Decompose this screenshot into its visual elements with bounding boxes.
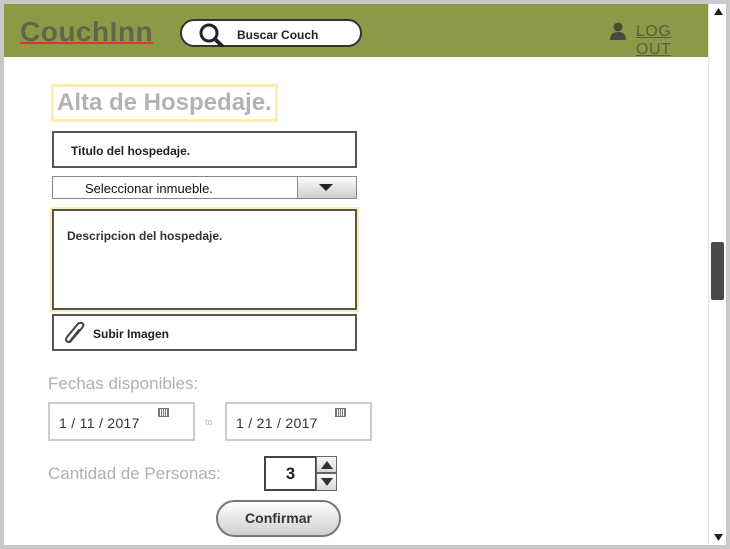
- search-bar[interactable]: Buscar Couch: [180, 19, 362, 47]
- titulo-input[interactable]: Titulo del hospedaje.: [52, 131, 357, 168]
- vertical-scrollbar[interactable]: [708, 4, 726, 545]
- chevron-up-icon: [321, 461, 333, 469]
- scrollbar-thumb[interactable]: [711, 242, 724, 300]
- user-icon: [610, 22, 626, 40]
- upload-label: Subir Imagen: [93, 327, 170, 341]
- date-from-field[interactable]: 1 / 11 / 2017: [48, 402, 195, 441]
- app-window: CouchInn Buscar Couch LOG OUT Alta de Ho…: [4, 4, 726, 545]
- to-label: to: [205, 417, 213, 427]
- fechas-label: Fechas disponibles:: [48, 374, 199, 393]
- paperclip-icon: [65, 322, 85, 343]
- inmueble-select[interactable]: Seleccionar inmueble.: [52, 176, 357, 199]
- chevron-down-icon: [319, 184, 333, 191]
- top-bar: CouchInn Buscar Couch LOG OUT: [4, 4, 708, 59]
- date-to-value: 1 / 21 / 2017: [236, 415, 318, 431]
- calendar-icon[interactable]: [158, 408, 169, 417]
- scroll-down-arrow-icon[interactable]: [714, 534, 723, 541]
- scroll-up-arrow-icon[interactable]: [714, 8, 723, 15]
- descripcion-placeholder: Descripcion del hospedaje.: [67, 229, 223, 243]
- confirm-button[interactable]: Confirmar: [216, 500, 341, 537]
- personas-stepper[interactable]: 3: [264, 456, 337, 491]
- search-label: Buscar Couch: [237, 28, 319, 42]
- personas-value[interactable]: 3: [264, 456, 317, 491]
- chevron-down-icon: [321, 478, 333, 486]
- search-icon[interactable]: [198, 23, 226, 47]
- increment-button[interactable]: [316, 456, 337, 473]
- page-title: Alta de Hospedaje.: [51, 84, 278, 122]
- logo[interactable]: CouchInn: [20, 16, 153, 48]
- personas-label: Cantidad de Personas:: [48, 464, 221, 483]
- calendar-icon[interactable]: [335, 408, 346, 417]
- logout-link[interactable]: LOG OUT: [636, 23, 708, 59]
- date-to-field[interactable]: 1 / 21 / 2017: [225, 402, 372, 441]
- date-from-value: 1 / 11 / 2017: [59, 415, 140, 431]
- inmueble-select-value: Seleccionar inmueble.: [85, 181, 213, 196]
- upload-image-button[interactable]: Subir Imagen: [52, 314, 357, 351]
- decrement-button[interactable]: [316, 473, 337, 491]
- dropdown-button[interactable]: [297, 177, 356, 198]
- descripcion-textarea[interactable]: Descripcion del hospedaje.: [50, 207, 359, 312]
- titulo-placeholder: Titulo del hospedaje.: [71, 144, 191, 158]
